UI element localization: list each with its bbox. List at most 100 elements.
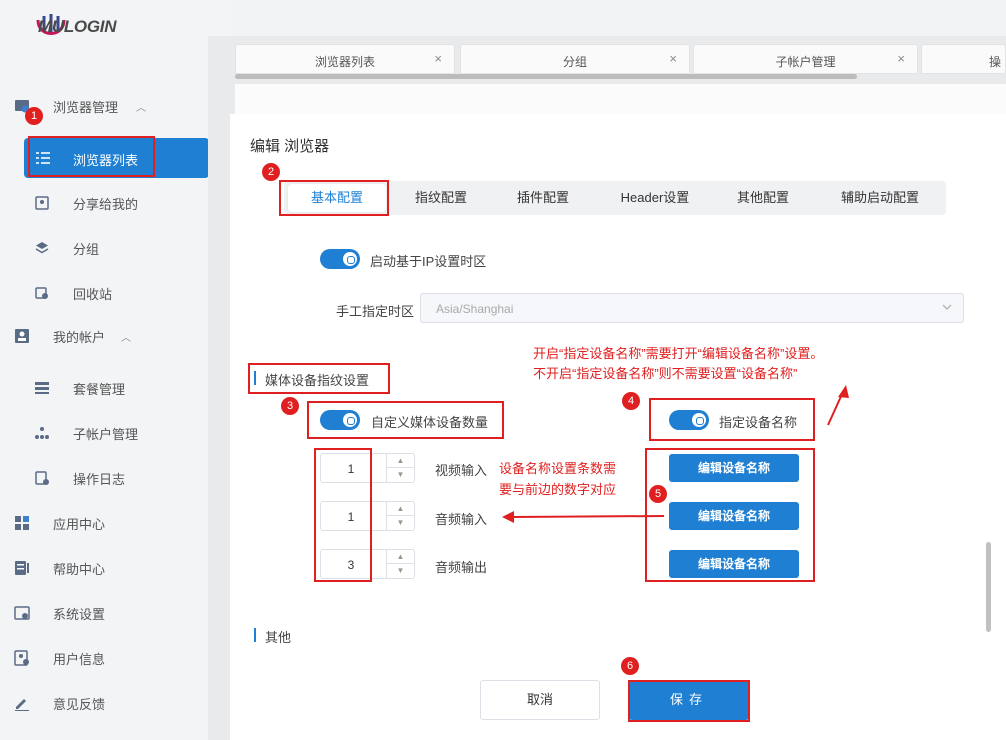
menu-group-help-center[interactable]: 帮助中心 [0, 553, 230, 583]
top-tab-bar: 浏览器列表 × 分组 × 子帐户管理 × 操 [235, 44, 1006, 74]
annotation-note-line1: 开启“指定设备名称”需要打开“编辑设备名称”设置。 [533, 346, 824, 361]
annotation-badge-5: 5 [649, 485, 667, 503]
menu-group-label: 应用中心 [53, 516, 106, 532]
annotation-box-basic-tab [279, 180, 389, 216]
sidebar-item-sub-account[interactable]: 子帐户管理 [0, 418, 230, 448]
menu-group-feedback[interactable]: 意见反馈 [0, 688, 230, 718]
increment-icon[interactable]: ▲ [387, 502, 414, 516]
tab-startup-config[interactable]: 辅助启动配置 [822, 181, 938, 215]
annotation-box-custom-media [307, 401, 504, 439]
menu-group-label: 浏览器管理 [53, 99, 119, 115]
top-tab-browser-list[interactable]: 浏览器列表 × [235, 44, 455, 74]
logo: MULOGIN [34, 10, 116, 44]
manual-timezone-label: 手工指定时区 [336, 304, 415, 319]
other-section-title: 其他 [265, 630, 292, 645]
chevron-down-icon [942, 304, 952, 310]
sub-account-icon [35, 427, 49, 439]
dialog-scrollbar[interactable] [986, 542, 991, 632]
annotation-note-mid2: 要与前边的数字对应 [499, 482, 617, 497]
stepper-controls: ▲ ▼ [386, 550, 414, 578]
menu-group-label: 用户信息 [53, 651, 106, 667]
annotation-box-steppers [314, 448, 372, 582]
tab-header-settings[interactable]: Header设置 [600, 181, 710, 215]
close-icon[interactable]: × [669, 51, 677, 66]
top-tab-operation[interactable]: 操 [921, 44, 1006, 74]
audio-input-label: 音频输入 [435, 512, 488, 527]
increment-icon[interactable]: ▲ [387, 454, 414, 468]
annotation-box-edit-buttons [645, 448, 815, 582]
annotation-box-media-section [248, 363, 390, 394]
sidebar-item-label: 套餐管理 [73, 381, 126, 397]
ip-timezone-label: 启动基于IP设置时区 [370, 254, 487, 269]
top-tab-sub-account[interactable]: 子帐户管理 × [693, 44, 918, 74]
menu-group-account[interactable]: 我的帐户 ︿ [0, 321, 230, 351]
close-icon[interactable]: × [434, 51, 442, 66]
decrement-icon[interactable]: ▼ [387, 468, 414, 482]
timezone-select-value: Asia/Shanghai [436, 302, 514, 316]
tabbar-scrollbar[interactable] [235, 74, 857, 79]
sidebar-item-plan[interactable]: 套餐管理 [0, 373, 230, 403]
menu-group-system-settings[interactable]: 系统设置 [0, 598, 230, 628]
stepper-controls: ▲ ▼ [386, 454, 414, 482]
sidebar-item-label: 子帐户管理 [73, 426, 139, 442]
sidebar-item-recycle[interactable]: 回收站 [0, 278, 230, 308]
annotation-box-device-name [649, 398, 815, 441]
top-tab-label: 浏览器列表 [314, 55, 375, 69]
menu-group-label: 我的帐户 [53, 329, 106, 345]
top-tab-label: 操 [988, 55, 1001, 69]
dialog-title: 编辑 浏览器 [250, 138, 330, 155]
close-icon[interactable]: × [897, 51, 905, 66]
system-settings-icon [14, 606, 30, 620]
annotation-badge-6: 6 [621, 657, 639, 675]
annotation-badge-3: 3 [281, 397, 299, 415]
ip-timezone-toggle[interactable] [320, 249, 360, 269]
stepper-controls: ▲ ▼ [386, 502, 414, 530]
annotation-box-browser-list [28, 136, 155, 177]
video-input-label: 视频输入 [435, 463, 488, 478]
share-icon [35, 196, 49, 210]
logo-text: MULOGIN [38, 17, 117, 36]
section-indicator [254, 628, 256, 642]
sidebar-item-label: 分组 [73, 241, 100, 257]
menu-group-user-info[interactable]: 用户信息 [0, 643, 230, 673]
annotation-box-save [628, 680, 750, 722]
top-tab-label: 分组 [562, 55, 587, 69]
sidebar-item-log[interactable]: 操作日志 [0, 463, 230, 493]
chevron-up-icon: ︿ [136, 103, 146, 114]
cancel-button[interactable]: 取消 [480, 680, 600, 720]
chevron-up-icon: ︿ [121, 333, 131, 344]
annotation-note-line2: 不开启“指定设备名称”则不需要设置“设备名称” [533, 366, 798, 381]
annotation-note-mid1: 设备名称设置条数需 [499, 461, 617, 476]
sidebar-item-shared[interactable]: 分享给我的 [0, 188, 230, 218]
sidebar-item-label: 回收站 [73, 286, 113, 302]
sidebar-item-label: 分享给我的 [73, 196, 139, 212]
top-tab-label: 子帐户管理 [775, 55, 836, 69]
toggle-knob [343, 252, 357, 266]
feedback-icon [15, 699, 29, 711]
help-center-icon [15, 561, 29, 575]
top-tab-group[interactable]: 分组 × [460, 44, 690, 74]
plan-icon [35, 382, 49, 394]
sidebar-item-group[interactable]: 分组 [0, 233, 230, 263]
tab-plugin-config[interactable]: 插件配置 [498, 181, 588, 215]
app-center-icon [15, 516, 29, 530]
sidebar-item-label: 操作日志 [73, 471, 126, 487]
increment-icon[interactable]: ▲ [387, 550, 414, 564]
log-icon [35, 471, 49, 485]
annotation-badge-4: 4 [622, 392, 640, 410]
timezone-select[interactable]: Asia/Shanghai [420, 293, 964, 323]
audio-output-label: 音频输出 [435, 560, 488, 575]
menu-group-app-center[interactable]: 应用中心 [0, 508, 230, 538]
user-info-icon [14, 650, 29, 666]
menu-group-label: 帮助中心 [53, 561, 106, 577]
recycle-icon [35, 287, 48, 299]
annotation-badge-1: 1 [25, 107, 43, 125]
decrement-icon[interactable]: ▼ [387, 564, 414, 578]
tab-other-config[interactable]: 其他配置 [718, 181, 808, 215]
layers-icon [35, 242, 49, 254]
account-icon [15, 329, 29, 343]
annotation-badge-2: 2 [262, 163, 280, 181]
tab-fingerprint-config[interactable]: 指纹配置 [396, 181, 486, 215]
menu-group-label: 系统设置 [53, 606, 106, 622]
decrement-icon[interactable]: ▼ [387, 516, 414, 530]
